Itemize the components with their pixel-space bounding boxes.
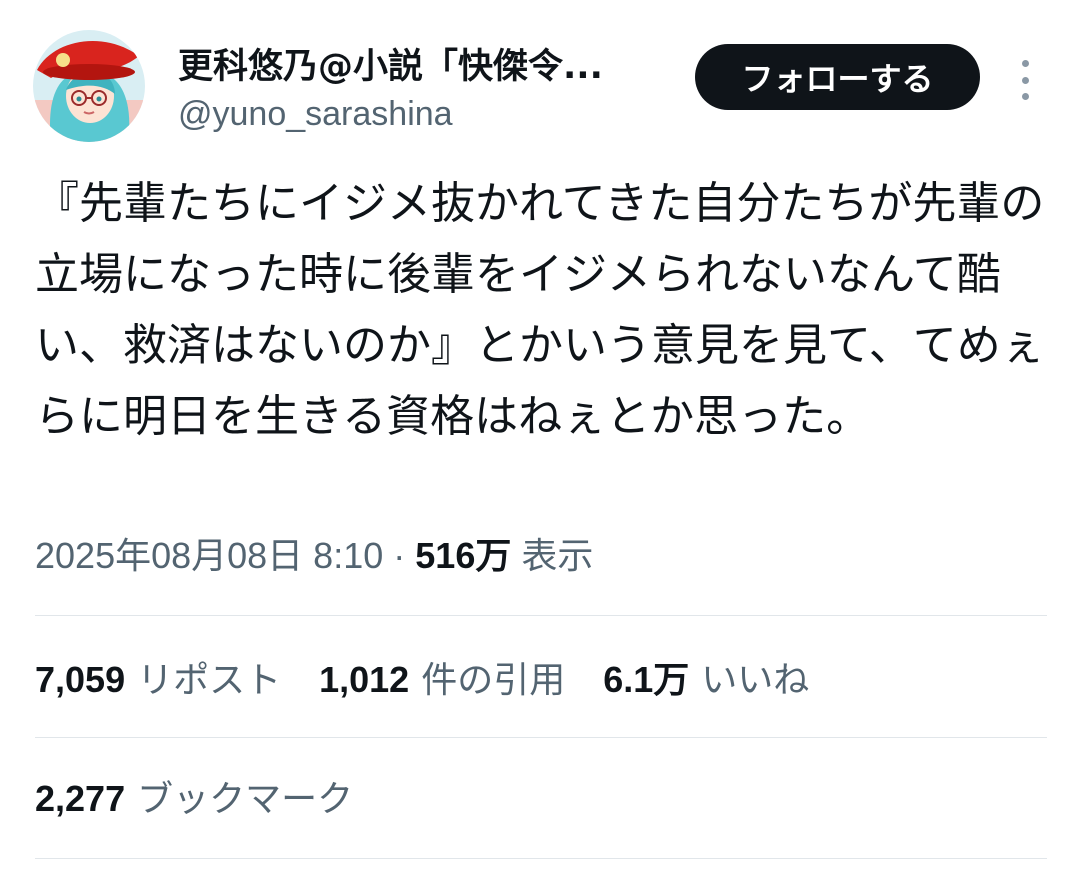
bookmark-stats: 2,277 ブックマーク [35,773,391,825]
meta-separator: · [393,535,406,576]
likes-count: 6.1万 [603,658,690,700]
divider [35,737,1047,738]
tweet-meta: 2025年08月08日 8:10 · 516万 表示 [35,530,593,582]
more-vertical-icon[interactable] [1010,60,1040,100]
tweet-text: 『先輩たちにイジメ抜かれてきた自分たちが先輩の立場になった時に後輩をイジメられな… [35,178,1045,442]
reposts-count: 7,059 [35,658,126,700]
author-handle[interactable]: @yuno_sarashina [178,92,453,136]
tweet-header: 更科悠乃@小説「快傑令... @yuno_sarashina フォローする [0,0,1080,150]
user-avatar[interactable] [33,30,145,142]
follow-button[interactable]: フォローする [695,44,980,110]
engagement-stats: 7,059 リポスト 1,012 件の引用 6.1万 いいね [35,654,847,706]
views-label: 表示 [521,535,594,576]
dot [1021,60,1029,67]
tweet-timestamp[interactable]: 2025年08月08日 8:10 [35,535,383,576]
reposts-label: リポスト [137,659,282,701]
bookmarks-count: 2,277 [35,777,126,819]
bookmarks-stat[interactable]: 2,277 ブックマーク [35,773,353,826]
bookmarks-label: ブックマーク [137,778,354,820]
views-count: 516万 [415,535,512,576]
likes-label: いいね [701,659,810,701]
quotes-stat[interactable]: 1,012 件の引用 [319,654,565,707]
reposts-stat[interactable]: 7,059 リポスト [35,654,281,707]
author-display-name[interactable]: 更科悠乃@小説「快傑令... [178,44,668,90]
divider [35,858,1047,859]
likes-stat[interactable]: 6.1万 いいね [603,654,809,707]
avatar-illustration [33,30,145,142]
dot [1021,93,1029,100]
quotes-count: 1,012 [319,658,410,700]
divider [35,615,1047,616]
quotes-label: 件の引用 [421,659,566,701]
dot [1021,76,1029,84]
